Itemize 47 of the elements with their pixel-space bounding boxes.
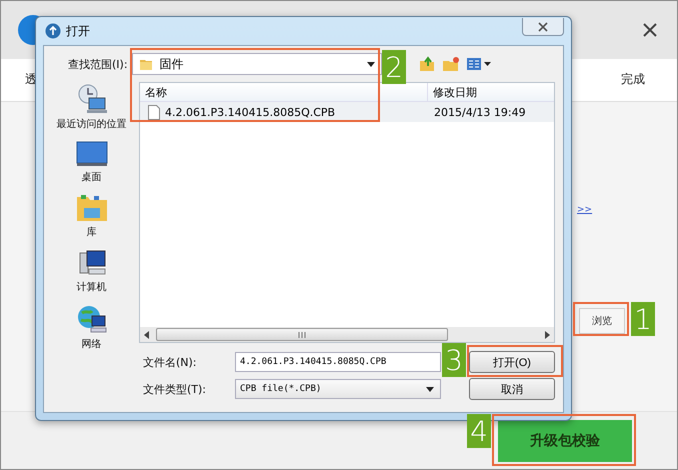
view-menu-icon[interactable]	[466, 56, 492, 72]
place-label[interactable]: 库	[86, 225, 96, 239]
new-folder-icon[interactable]	[442, 56, 460, 72]
step-tab[interactable]: 完成	[621, 71, 645, 101]
step-number-badge: 4	[467, 414, 491, 448]
up-folder-icon[interactable]	[418, 56, 436, 72]
monitor-icon	[76, 141, 108, 167]
clock-monitor-icon	[76, 84, 106, 114]
place-label[interactable]: 网络	[82, 337, 102, 351]
place-label[interactable]: 最近访问的位置	[56, 117, 126, 131]
verify-button[interactable]: 升级包校验	[498, 420, 632, 462]
column-header[interactable]: 修改日期	[428, 83, 554, 101]
folder-icon	[138, 57, 153, 71]
browse-button[interactable]: 浏览	[579, 308, 625, 334]
scroll-left-icon[interactable]	[144, 330, 150, 338]
step-number-badge: 3	[442, 343, 466, 377]
file-type-label: 文件类型(T):	[143, 382, 208, 396]
highlight-frame	[573, 302, 629, 336]
step-number-badge: 1	[631, 302, 655, 336]
close-button[interactable]	[522, 18, 564, 36]
globe-computer-icon	[76, 304, 106, 334]
link[interactable]: >>	[577, 205, 592, 215]
cancel-button[interactable]: 取消	[469, 378, 555, 400]
file-name: 4.2.061.P3.140415.8085Q.CPB	[165, 106, 336, 118]
app-icon	[45, 23, 61, 39]
place-label[interactable]: 桌面	[82, 170, 102, 184]
look-in-label: 查找范围(I):	[68, 56, 128, 72]
dropdown-arrow-icon	[366, 62, 375, 66]
close-icon[interactable]	[643, 23, 657, 37]
horizontal-scrollbar[interactable]	[140, 327, 554, 342]
file-type-dropdown[interactable]: CPB file(*.CPB)	[235, 379, 441, 399]
library-folder-icon	[76, 194, 108, 222]
computer-icon	[76, 249, 106, 277]
file-name-field[interactable]: 4.2.061.P3.140415.8085Q.CPB	[235, 352, 441, 372]
dropdown-arrow-icon	[426, 386, 434, 392]
close-icon	[538, 22, 548, 32]
file-date: 2015/4/13 19:49	[433, 106, 526, 118]
step-number-badge: 2	[382, 50, 406, 84]
scroll-right-icon[interactable]	[544, 330, 550, 338]
file-icon	[148, 104, 160, 120]
file-name-label: 文件名(N):	[143, 354, 198, 370]
file-row[interactable]: 4.2.061.P3.140415.8085Q.CPB 2015/4/13 19:49	[140, 102, 554, 122]
open-button[interactable]: 打开(O)	[469, 351, 555, 373]
dialog-title: 打开	[66, 22, 90, 40]
folder-dropdown[interactable]: 固件	[132, 53, 382, 75]
place-label[interactable]: 计算机	[76, 280, 106, 294]
grip-icon	[298, 332, 306, 338]
